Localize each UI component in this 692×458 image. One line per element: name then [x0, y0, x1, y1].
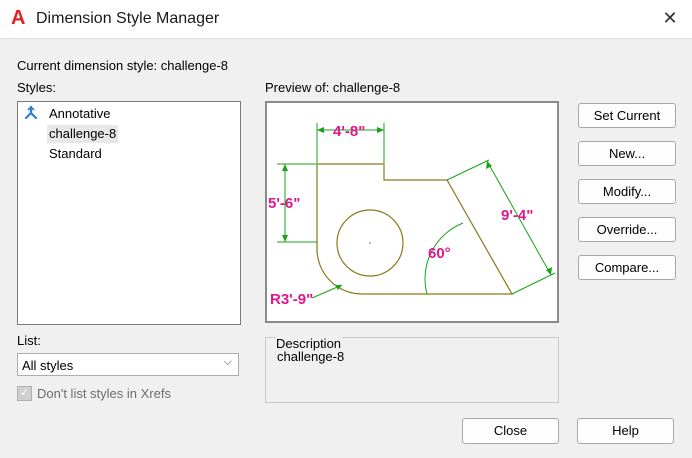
dim-slant-length-text: 9'-4" — [501, 207, 533, 224]
xrefs-checkbox[interactable]: ✓ — [17, 386, 32, 401]
dim-radius-text: R3'-9" — [270, 291, 313, 308]
style-item-challenge-8[interactable]: challenge-8 — [47, 125, 119, 143]
preview-label: Preview of: challenge-8 — [265, 80, 401, 95]
new-style-button[interactable]: New... — [578, 141, 676, 166]
set-current-button[interactable]: Set Current — [578, 103, 676, 128]
chevron-down-icon: ⌵ — [223, 356, 232, 368]
compare-button[interactable]: Compare... — [578, 255, 676, 280]
style-item-standard[interactable]: Standard — [47, 145, 104, 163]
list-filter-select[interactable]: All styles ⌵ — [17, 353, 239, 376]
xrefs-checkbox-label: Don't list styles in Xrefs — [37, 386, 171, 401]
description-box: Description challenge-8 — [265, 336, 559, 403]
title-bar: A Dimension Style Manager ✕ — [0, 0, 692, 39]
current-style-label: Current dimension style: challenge-8 — [17, 58, 228, 73]
modify-button[interactable]: Modify... — [578, 179, 676, 204]
description-text: challenge-8 — [277, 349, 345, 364]
autocad-logo-icon: A — [11, 7, 26, 29]
dim-top-width-text: 4'-8" — [333, 123, 365, 140]
list-label: List: — [17, 333, 41, 348]
annotative-icon — [24, 106, 38, 120]
list-filter-value: All styles — [22, 358, 74, 373]
dim-angle-text: 60° — [428, 245, 451, 262]
close-window-button[interactable]: ✕ — [660, 8, 680, 28]
override-button[interactable]: Override... — [578, 217, 676, 242]
style-item-annotative[interactable]: Annotative — [47, 105, 112, 123]
preview-pane: 4'-8" 5'-6" 9'-4" 60° R3'-9" — [265, 101, 559, 323]
styles-label: Styles: — [17, 80, 57, 95]
help-button[interactable]: Help — [577, 418, 674, 444]
dim-left-height-text: 5'-6" — [268, 195, 300, 212]
window-title: Dimension Style Manager — [36, 10, 220, 27]
preview-drawing: 4'-8" 5'-6" 9'-4" 60° R3'-9" — [268, 123, 556, 308]
styles-list[interactable]: Annotative challenge-8 Standard — [17, 101, 241, 325]
close-button[interactable]: Close — [462, 418, 559, 444]
